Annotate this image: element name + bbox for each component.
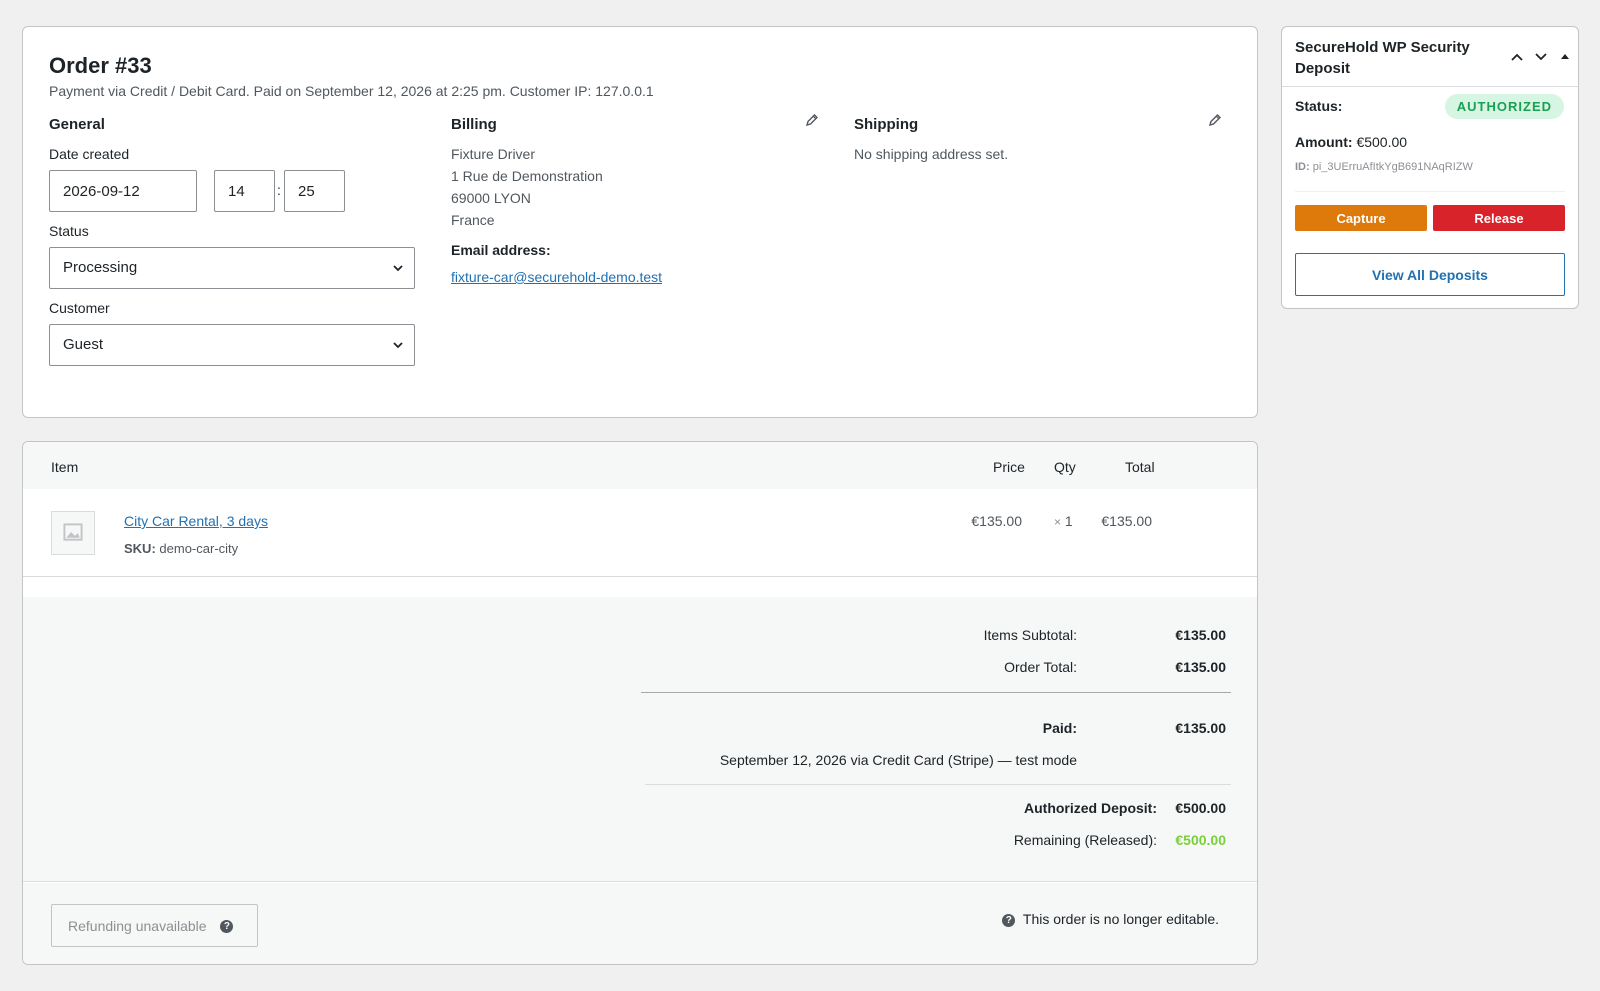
item-total: €135.00 [1101, 513, 1152, 529]
image-placeholder-icon [51, 511, 95, 555]
order-totals: Items Subtotal: €135.00 Order Total: €13… [23, 597, 1257, 882]
not-editable-text: This order is no longer editable. [1022, 911, 1219, 927]
chevron-down-icon [393, 342, 403, 349]
billing-country: France [451, 212, 495, 228]
deposit-id-value: pi_3UErruAfItkYgB691NAqRIZW [1312, 161, 1473, 173]
subtotal-label: Items Subtotal: [983, 627, 1077, 643]
customer-select[interactable]: Guest [49, 324, 415, 366]
billing-city: 69000 LYON [451, 190, 531, 206]
pencil-icon[interactable] [805, 113, 819, 127]
shipping-heading: Shipping [854, 116, 919, 133]
date-created-label: Date created [49, 146, 130, 162]
date-created-input[interactable] [49, 170, 197, 212]
status-select-value: Processing [63, 259, 138, 276]
subtotal-value: €135.00 [1175, 627, 1226, 643]
status-badge: AUTHORIZED [1444, 94, 1564, 119]
shipping-note: No shipping address set. [854, 146, 1009, 162]
paid-value: €135.00 [1175, 720, 1226, 736]
status-select[interactable]: Processing [49, 247, 415, 289]
authorized-deposit-value: €500.00 [1175, 800, 1226, 816]
order-items-panel: Item Price Qty Total City Car Rental, 3 … [22, 441, 1258, 965]
status-label: Status [49, 223, 89, 239]
item-qty: × 1 [1054, 513, 1073, 529]
refund-button[interactable]: Refunding unavailable ? [51, 904, 258, 947]
chevron-down-icon [393, 265, 403, 272]
totals-divider [641, 692, 1231, 693]
customer-label: Customer [49, 300, 110, 316]
order-total-value: €135.00 [1175, 659, 1226, 675]
items-table-header: Item Price Qty Total [23, 442, 1257, 489]
order-data-panel: Order #33 Payment via Credit / Debit Car… [22, 26, 1258, 418]
order-title: Order #33 [49, 53, 152, 78]
not-editable-notice: ? This order is no longer editable. [1002, 911, 1219, 927]
remaining-value: €500.00 [1175, 832, 1226, 848]
billing-name: Fixture Driver [451, 146, 536, 162]
general-heading: General [49, 116, 105, 133]
chevron-down-icon[interactable] [1533, 49, 1549, 65]
column-qty: Qty [1054, 459, 1076, 475]
chevron-up-icon[interactable] [1509, 49, 1525, 65]
deposit-divider [1295, 191, 1565, 192]
table-row: City Car Rental, 3 days SKU: demo-car-ci… [23, 489, 1257, 577]
column-price: Price [993, 459, 1025, 475]
item-price: €135.00 [971, 513, 1022, 529]
email-label: Email address: [451, 242, 551, 258]
remaining-label: Remaining (Released): [1013, 832, 1157, 848]
security-deposit-box: SecureHold WP Security Deposit Status: A… [1281, 26, 1579, 309]
deposit-box-title: SecureHold WP Security Deposit [1295, 39, 1470, 77]
time-separator: : [277, 182, 281, 198]
deposit-amount-label: Amount: [1295, 134, 1353, 150]
capture-button[interactable]: Capture [1295, 205, 1427, 231]
billing-heading: Billing [451, 116, 497, 133]
column-item: Item [51, 459, 79, 475]
billing-email-link[interactable]: fixture-car@securehold-demo.test [451, 269, 662, 285]
paid-note: September 12, 2026 via Credit Card (Stri… [719, 752, 1077, 768]
item-sku-label: SKU: [124, 541, 156, 556]
column-total: Total [1125, 459, 1155, 475]
deposit-amount-value: €500.00 [1356, 134, 1408, 150]
deposit-status-label: Status: [1295, 98, 1343, 114]
customer-select-value: Guest [63, 336, 104, 353]
deposit-id-label: ID: [1295, 161, 1310, 173]
authorized-deposit-label: Authorized Deposit: [1024, 800, 1157, 816]
items-footer: Refunding unavailable ? ? This order is … [23, 883, 1257, 964]
deposit-divider [645, 784, 1231, 785]
item-name-link[interactable]: City Car Rental, 3 days [124, 513, 268, 529]
collapse-toggle-icon[interactable] [1557, 49, 1573, 65]
refund-button-label: Refunding unavailable [68, 917, 207, 934]
item-sku: SKU: demo-car-city [124, 541, 238, 556]
help-icon[interactable]: ? [220, 920, 234, 934]
deposit-box-header: SecureHold WP Security Deposit [1282, 27, 1578, 87]
qty-multiplier: × [1054, 515, 1062, 529]
item-sku-value: demo-car-city [159, 541, 239, 556]
deposit-id: ID: pi_3UErruAfItkYgB691NAqRIZW [1295, 161, 1473, 173]
order-total-label: Order Total: [1004, 659, 1077, 675]
minute-input[interactable] [284, 170, 345, 212]
order-payment-summary: Payment via Credit / Debit Card. Paid on… [49, 83, 654, 99]
view-all-deposits-button[interactable]: View All Deposits [1295, 253, 1565, 296]
pencil-icon[interactable] [1208, 113, 1222, 127]
item-qty-value: 1 [1064, 513, 1073, 529]
help-icon: ? [1002, 913, 1016, 927]
deposit-amount: Amount: €500.00 [1295, 134, 1407, 150]
release-button[interactable]: Release [1433, 205, 1565, 231]
billing-street: 1 Rue de Demonstration [451, 168, 603, 184]
hour-input[interactable] [214, 170, 275, 212]
paid-label: Paid: [1042, 720, 1077, 736]
